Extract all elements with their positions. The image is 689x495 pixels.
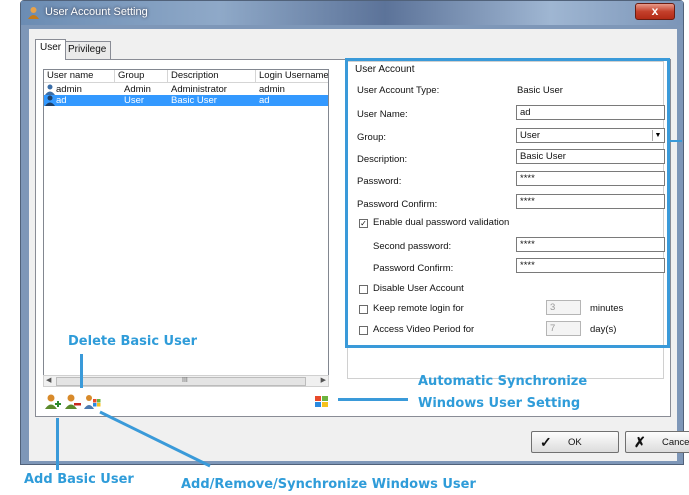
user-name-label: User Name:	[357, 109, 408, 120]
description-field[interactable]: Basic User	[516, 149, 665, 164]
pointer-auto-sync	[338, 398, 408, 401]
cell-user-name: ad	[56, 95, 67, 106]
column-description[interactable]: Description	[168, 70, 256, 83]
pointer-add-basic-user	[56, 418, 59, 470]
x-icon: ✗	[634, 434, 646, 450]
dual-password-checkbox[interactable]: ✓	[359, 219, 368, 228]
table-row[interactable]: ad User Basic User ad	[44, 95, 328, 106]
user-icon	[45, 95, 55, 106]
dual-password-label: Enable dual password validation	[373, 217, 510, 228]
scroll-thumb[interactable]	[56, 377, 306, 386]
annotation-delete-basic-user: Delete Basic User	[68, 334, 198, 349]
scroll-right-icon[interactable]: ▶	[321, 376, 326, 386]
highlight-pointer-line	[670, 140, 682, 142]
access-video-label: Access Video Period for	[373, 324, 475, 335]
annotation-add-remove-sync: Add/Remove/Synchronize Windows User	[181, 477, 476, 492]
group-select[interactable]: User ▼	[516, 128, 665, 143]
pointer-add-remove-sync	[99, 410, 211, 468]
user-add-icon[interactable]	[43, 393, 61, 409]
title-bar[interactable]: User Account Setting x	[21, 1, 683, 25]
scroll-left-icon[interactable]: ◀	[46, 376, 51, 386]
access-video-unit: day(s)	[590, 324, 617, 335]
ok-button[interactable]: ✓ OK	[531, 431, 619, 453]
cell-group: User	[124, 95, 145, 106]
user-account-group-title: User Account	[353, 64, 417, 75]
annotation-auto-sync-line1: Automatic Synchronize	[418, 374, 588, 389]
second-password-confirm-field[interactable]: ****	[516, 258, 665, 273]
user-list-header: User name Group Description Login Userna…	[44, 70, 328, 83]
cell-login-username: admin	[259, 84, 285, 95]
password-confirm-label: Password Confirm:	[357, 199, 438, 210]
column-login-username[interactable]: Login Username	[256, 70, 328, 83]
access-video-checkbox[interactable]	[359, 326, 368, 335]
disable-account-checkbox[interactable]	[359, 285, 368, 294]
check-icon: ✓	[540, 434, 552, 450]
tab-user[interactable]: User	[35, 39, 67, 60]
second-password-confirm-label: Password Confirm:	[373, 263, 454, 274]
user-list-horizontal-scrollbar[interactable]: ◀ III ▶	[43, 375, 329, 387]
windows-users-icon[interactable]	[83, 393, 101, 409]
tab-privilege[interactable]: Privilege	[63, 41, 112, 59]
cell-description: Administrator	[171, 84, 227, 95]
pointer-delete-basic-user	[80, 354, 83, 388]
windows-sync-icon[interactable]	[313, 393, 331, 409]
user-name-field[interactable]: ad	[516, 105, 665, 120]
annotation-add-basic-user: Add Basic User	[24, 472, 134, 487]
user-list[interactable]: User name Group Description Login Userna…	[43, 69, 329, 379]
disable-account-label: Disable User Account	[373, 283, 464, 294]
keep-remote-checkbox[interactable]	[359, 305, 368, 314]
password-label: Password:	[357, 176, 402, 187]
annotation-auto-sync-line2: Windows User Setting	[418, 396, 581, 411]
user-delete-icon[interactable]	[63, 393, 81, 409]
ok-button-label: OK	[568, 437, 582, 448]
cancel-button-label: Cancel	[662, 437, 689, 448]
keep-remote-label: Keep remote login for	[373, 303, 464, 314]
account-type-label: User Account Type:	[357, 85, 440, 96]
cell-user-name: admin	[56, 84, 82, 95]
cell-group: Admin	[124, 84, 151, 95]
user-icon	[45, 84, 55, 95]
table-row[interactable]: admin Admin Administrator admin	[44, 84, 328, 95]
close-button[interactable]: x	[635, 3, 675, 20]
second-password-label: Second password:	[373, 241, 452, 252]
column-group[interactable]: Group	[115, 70, 168, 83]
second-password-field[interactable]: ****	[516, 237, 665, 252]
access-video-field[interactable]: 7	[546, 321, 581, 336]
user-account-setting-window: User Account Setting x User Privilege Us…	[20, 0, 689, 465]
keep-remote-field[interactable]: 3	[546, 300, 581, 315]
scroll-grip: III	[182, 377, 188, 384]
account-type-value: Basic User	[517, 85, 563, 96]
password-confirm-field[interactable]: ****	[516, 194, 665, 209]
users-app-icon	[28, 7, 39, 19]
group-label: Group:	[357, 132, 387, 143]
keep-remote-unit: minutes	[590, 303, 624, 314]
chevron-down-icon[interactable]: ▼	[652, 130, 663, 141]
password-field[interactable]: ****	[516, 171, 665, 186]
group-select-value: User	[520, 130, 541, 141]
cancel-button[interactable]: ✗ Cancel	[625, 431, 689, 453]
column-user-name[interactable]: User name	[44, 70, 115, 83]
description-label: Description:	[357, 154, 408, 165]
cell-description: Basic User	[171, 95, 217, 106]
cell-login-username: ad	[259, 95, 270, 106]
window-title: User Account Setting	[45, 6, 148, 18]
